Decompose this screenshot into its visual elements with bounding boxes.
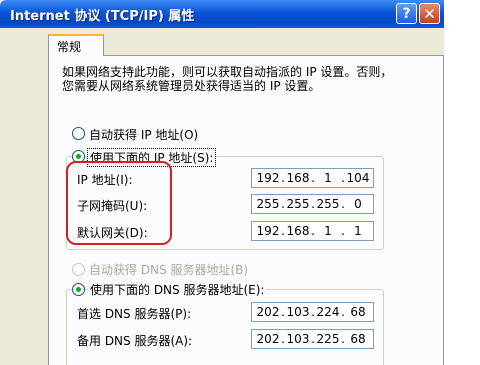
close-icon: ✕ [423, 4, 436, 23]
help-button[interactable]: ? [396, 3, 417, 24]
octet: 103 [286, 305, 310, 319]
ip-address-input[interactable]: 192 . 168 . 1 . 104 [251, 168, 374, 188]
octet: 103 [286, 332, 310, 346]
octet: 192 [256, 224, 280, 238]
tcpip-properties-dialog: Internet 协议 (TCP/IP) 属性 ? ✕ 常规 如果网络支持此功能… [0, 0, 444, 365]
manual-dns-label[interactable]: 使用下面的 DNS 服务器地址(E): [88, 281, 267, 298]
octet: 202 [256, 305, 280, 319]
octet: 168 [286, 224, 310, 238]
preferred-dns-input[interactable]: 202 . 103 . 224 . 68 [251, 302, 374, 322]
window-title: Internet 协议 (TCP/IP) 属性 [10, 9, 195, 24]
alternate-dns-input[interactable]: 202 . 103 . 225 . 68 [251, 329, 374, 349]
octet: 168 [286, 171, 310, 185]
auto-dns-label[interactable]: 自动获得 DNS 服务器地址(B) [89, 261, 248, 278]
subnet-mask-input[interactable]: 255 . 255 . 255 . 0 [251, 194, 374, 214]
manual-dns-group [66, 289, 384, 365]
octet: 1 [324, 171, 332, 185]
auto-ip-label[interactable]: 自动获得 IP 地址(O) [89, 126, 198, 143]
octet: 255 [256, 197, 280, 211]
octet: 255 [286, 197, 310, 211]
octet: 202 [256, 332, 280, 346]
highlight-annotation [66, 161, 172, 245]
octet: 224 [316, 305, 340, 319]
auto-ip-radio[interactable] [72, 127, 85, 140]
title-bar[interactable]: Internet 协议 (TCP/IP) 属性 ? ✕ [0, 0, 444, 28]
manual-dns-radio[interactable] [72, 283, 85, 296]
octet: 1 [324, 224, 332, 238]
octet: 104 [346, 171, 370, 185]
preferred-dns-label: 首选 DNS 服务器(P): [77, 307, 192, 321]
description-text: 如果网络支持此功能，则可以获取自动指派的 IP 设置。否则，您需要从网络系统管理… [62, 65, 393, 93]
octet: 1 [354, 224, 362, 238]
octet: 225 [316, 332, 340, 346]
auto-dns-radio[interactable] [72, 263, 85, 276]
octet: 68 [350, 332, 366, 346]
octet: 68 [350, 305, 366, 319]
tab-general[interactable]: 常规 [48, 34, 104, 56]
default-gateway-input[interactable]: 192 . 168 . 1 . 1 [251, 221, 374, 241]
octet: 255 [316, 197, 340, 211]
octet: 0 [354, 197, 362, 211]
octet: 192 [256, 171, 280, 185]
alternate-dns-label: 备用 DNS 服务器(A): [77, 334, 193, 348]
help-icon: ? [402, 5, 411, 22]
close-button[interactable]: ✕ [419, 3, 440, 24]
